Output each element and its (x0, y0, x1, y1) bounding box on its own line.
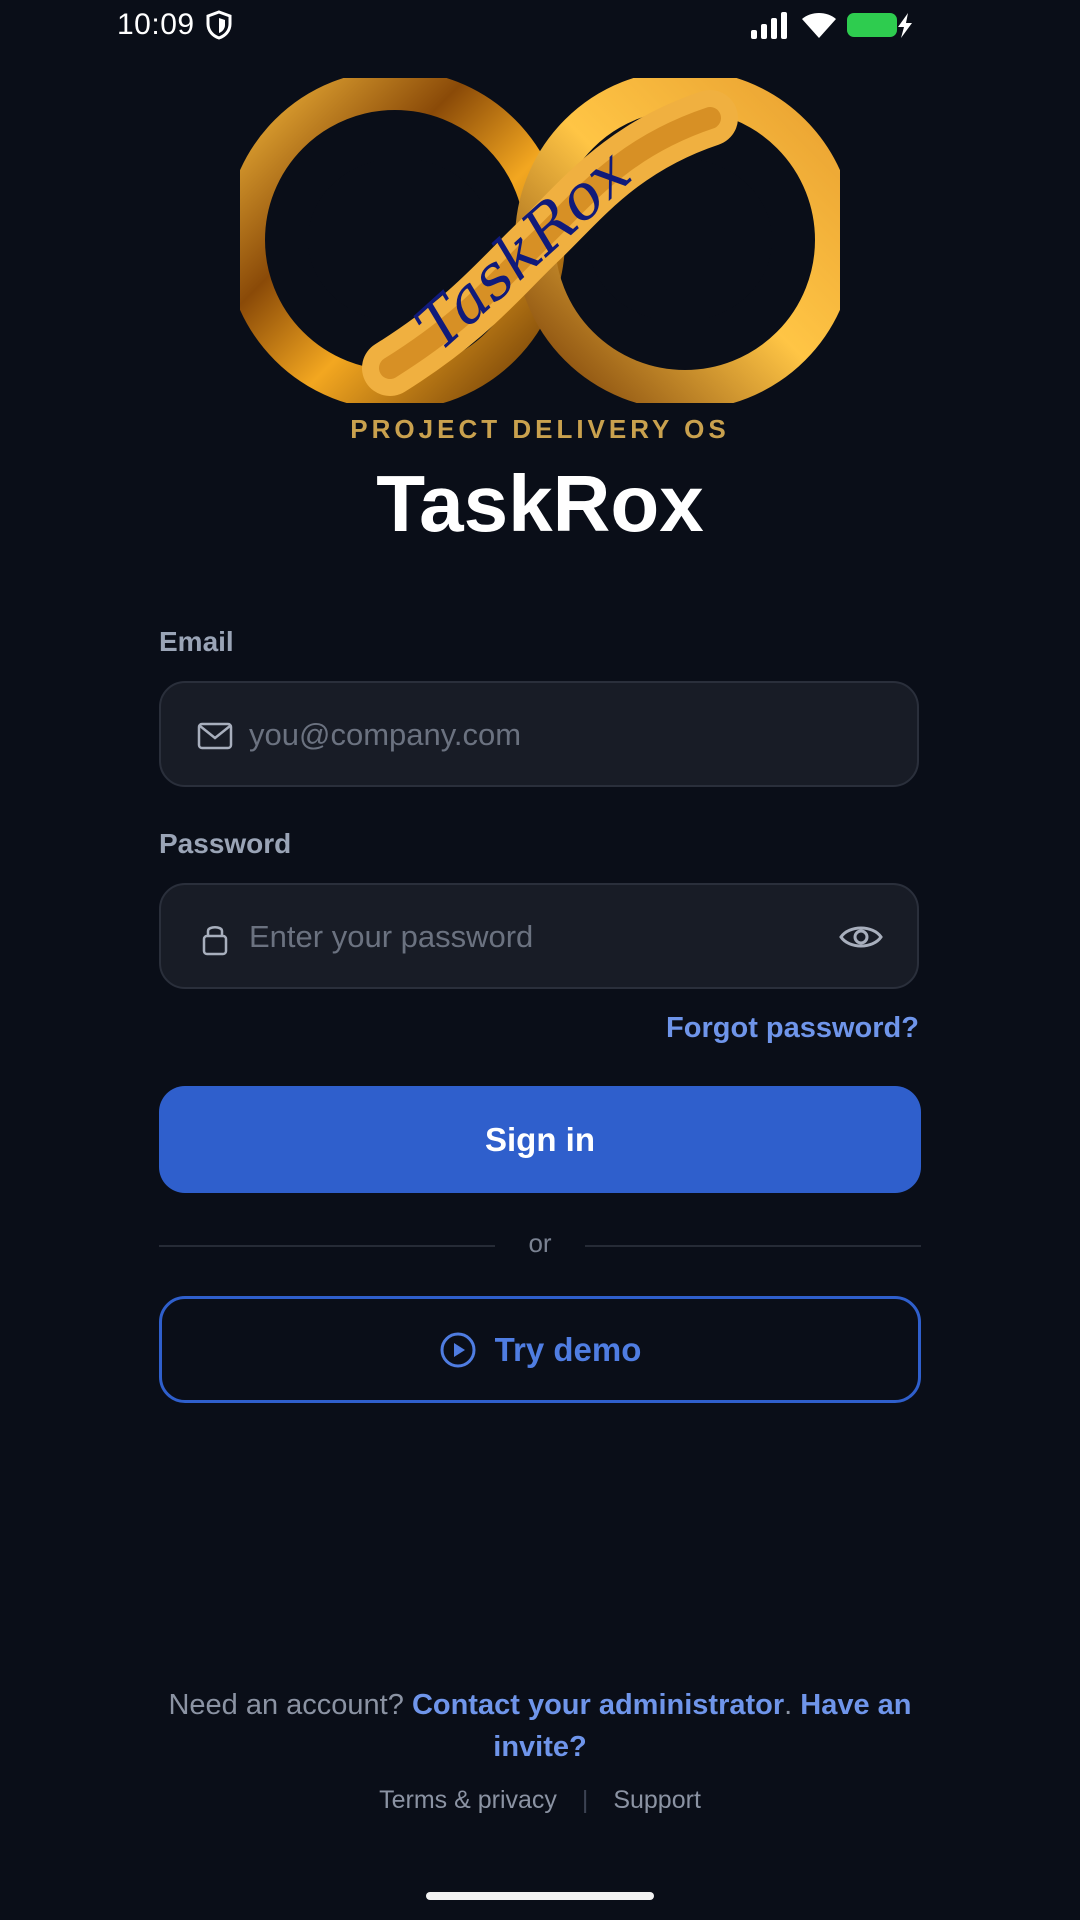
status-bar: 10:09 (0, 0, 1080, 50)
signal-icon (751, 12, 787, 39)
divider-text: or (528, 1228, 552, 1258)
home-indicator[interactable] (426, 1892, 654, 1900)
try-demo-label: Try demo (494, 1330, 642, 1368)
terms-privacy-link[interactable]: Terms & privacy (379, 1786, 557, 1814)
footer-separator: | (581, 1786, 589, 1814)
sign-in-button[interactable]: Sign in (159, 1086, 921, 1193)
lock-icon (202, 926, 228, 956)
password-label: Password (159, 828, 292, 859)
tagline: PROJECT DELIVERY OS (350, 414, 730, 444)
play-circle-icon (440, 1332, 476, 1367)
eye-icon[interactable] (839, 915, 883, 959)
password-input[interactable] (249, 907, 809, 967)
email-input[interactable] (249, 705, 809, 765)
wifi-icon (802, 13, 836, 38)
status-time: 10:09 (117, 8, 195, 41)
page-title: TaskRox (376, 459, 704, 548)
mail-icon (197, 722, 233, 750)
try-demo-button[interactable]: Try demo (159, 1296, 921, 1403)
contact-admin-link[interactable]: Contact your administrator (412, 1689, 784, 1721)
footer-period: . (784, 1689, 793, 1721)
footer-links: Terms & privacy | Support (0, 1786, 1080, 1815)
email-label: Email (159, 626, 234, 657)
need-account-text: Need an account? (168, 1689, 404, 1721)
support-link[interactable]: Support (613, 1786, 701, 1814)
battery-icon (847, 13, 912, 38)
shield-icon (206, 10, 232, 40)
account-help-text: Need an account? Contact your administra… (160, 1684, 920, 1768)
forgot-password-link[interactable]: Forgot password? (666, 1012, 919, 1045)
email-field-container[interactable] (159, 681, 919, 787)
password-field-container[interactable] (159, 883, 919, 989)
taskrox-logo: TaskRox (240, 78, 840, 403)
